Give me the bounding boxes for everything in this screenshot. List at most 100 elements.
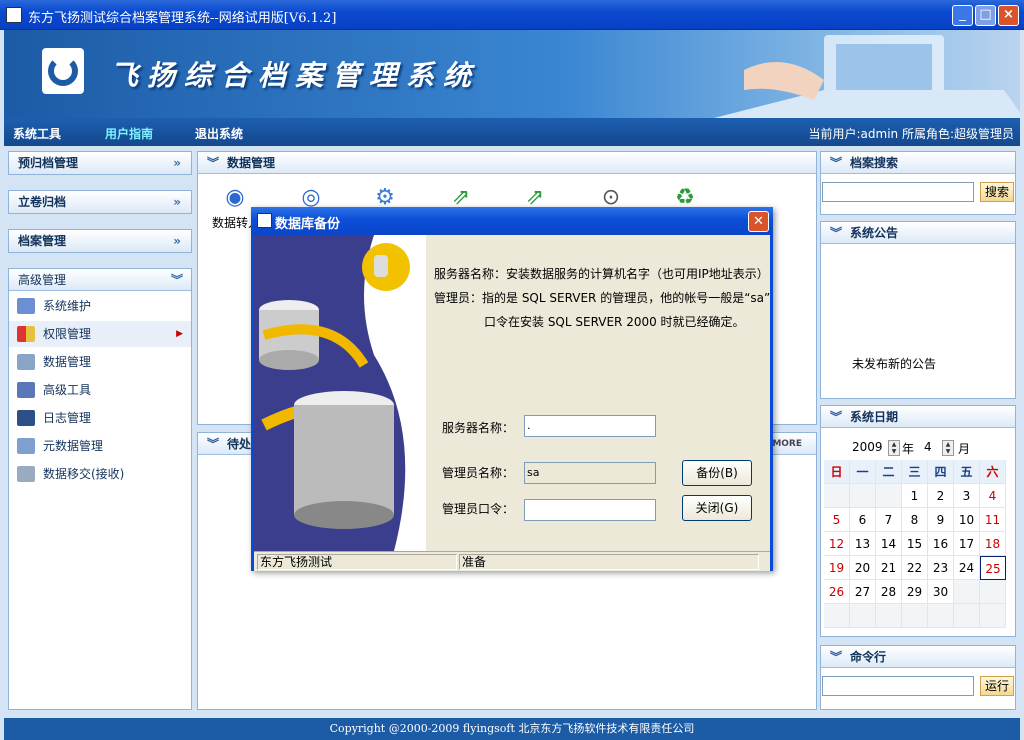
status-right: 准备 [459, 554, 759, 570]
minimize-button[interactable]: _ [952, 5, 973, 26]
maximize-button[interactable]: □ [975, 5, 996, 26]
calendar-weekday: 三 [902, 460, 928, 484]
menu-permission-management[interactable]: 权限管理 ▶ [9, 321, 191, 347]
dialog-titlebar: 数据库备份 ✕ [251, 207, 773, 235]
calendar-day[interactable]: 6 [850, 508, 876, 532]
panel-title: 系统日期 [850, 410, 899, 424]
calendar-empty-cell [954, 604, 980, 628]
calendar-day[interactable]: 21 [876, 556, 902, 580]
dialog-close-button[interactable]: 关闭(G) [682, 495, 752, 521]
menu-data-management[interactable]: 数据管理 [9, 349, 191, 375]
month-spinner[interactable]: ▲ ▼ [942, 440, 954, 456]
calendar-day[interactable]: 3 [954, 484, 980, 508]
data-transfer-icon [17, 466, 35, 482]
calendar-day[interactable]: 10 [954, 508, 980, 532]
calendar-day[interactable]: 20 [850, 556, 876, 580]
calendar-day[interactable]: 14 [876, 532, 902, 556]
dialog-close-icon[interactable]: ✕ [748, 211, 769, 232]
menu-advanced-tools[interactable]: 高级工具 [9, 377, 191, 403]
dialog-app-icon [257, 213, 272, 228]
notice-header: ︾ 系统公告 [821, 222, 1015, 244]
calendar-day[interactable]: 13 [850, 532, 876, 556]
nav-system-tools[interactable]: 系统工具 [13, 125, 61, 142]
calendar-day[interactable]: 27 [850, 580, 876, 604]
calendar-empty-cell [954, 580, 980, 604]
nav-user-guide[interactable]: 用户指南 [105, 125, 153, 142]
calendar-day[interactable]: 29 [902, 580, 928, 604]
calendar-day[interactable]: 26 [824, 580, 850, 604]
calendar-day[interactable]: 16 [928, 532, 954, 556]
menu-log-management[interactable]: 日志管理 [9, 405, 191, 431]
calendar-empty-cell [928, 604, 954, 628]
dialog-statusbar: 东方飞扬测试 准备 [254, 551, 770, 571]
calendar-day[interactable]: 9 [928, 508, 954, 532]
calendar-day[interactable]: 28 [876, 580, 902, 604]
admin-name-input[interactable]: sa [524, 462, 656, 484]
command-input[interactable] [822, 676, 974, 696]
dialog-title: 数据库备份 [275, 217, 341, 232]
help-line-3: 口令在安装 SQL SERVER 2000 时就已经确定。 [484, 315, 745, 329]
double-chevron-icon: » [173, 234, 181, 248]
section-archive-management[interactable]: 档案管理 » [8, 229, 192, 253]
close-window-button[interactable]: × [998, 5, 1019, 26]
double-chevron-icon: » [173, 156, 181, 170]
calendar-empty-cell [902, 604, 928, 628]
run-button[interactable]: 运行 [980, 676, 1014, 696]
calendar-day[interactable]: 18 [980, 532, 1006, 556]
calendar-day[interactable]: 7 [876, 508, 902, 532]
calendar-day[interactable]: 23 [928, 556, 954, 580]
menu-system-maintenance[interactable]: 系统维护 [9, 293, 191, 319]
calendar-weekday: 四 [928, 460, 954, 484]
advanced-management-header[interactable]: 高级管理 ︾ [9, 269, 191, 291]
menu-metadata-management[interactable]: 元数据管理 [9, 433, 191, 459]
database-illustration-icon [254, 235, 426, 551]
backup-button[interactable]: 备份(B) [682, 460, 752, 486]
year-spinner[interactable]: ▲ ▼ [888, 440, 900, 456]
section-label: 立卷归档 [18, 195, 67, 209]
calendar-day[interactable]: 24 [954, 556, 980, 580]
calendar-weekday-row: 日一二三四五六 [824, 460, 1008, 484]
calendar-day[interactable]: 15 [902, 532, 928, 556]
year-value: 2009 [852, 440, 883, 454]
calendar-day[interactable]: 5 [824, 508, 850, 532]
panel-title: 系统公告 [850, 226, 899, 240]
help-line-2: 管理员：指的是 SQL SERVER 的管理员，他的帐号一般是“sa” [434, 291, 771, 305]
server-name-input[interactable]: . [524, 415, 656, 437]
search-input[interactable] [822, 182, 974, 202]
section-pre-archive[interactable]: 预归档管理 » [8, 151, 192, 175]
calendar-day[interactable]: 17 [954, 532, 980, 556]
nav-exit-system[interactable]: 退出系统 [195, 125, 243, 142]
logo-icon [42, 48, 84, 94]
menu-data-transfer[interactable]: 数据移交(接收) [9, 461, 191, 487]
footer-copyright: Copyright @2000-2009 flyingsoft 北京东方飞扬软件… [4, 718, 1020, 740]
menu-label: 数据移交(接收) [43, 467, 125, 481]
menu-label: 元数据管理 [43, 439, 104, 453]
metadata-icon [17, 438, 35, 454]
calendar-weekday: 日 [824, 460, 850, 484]
calendar-day[interactable]: 19 [824, 556, 850, 580]
more-link[interactable]: MORE [772, 433, 802, 455]
calendar-day[interactable]: 25 [980, 556, 1006, 580]
calendar-day[interactable]: 4 [980, 484, 1006, 508]
submenu-arrow-icon: ▶ [176, 329, 183, 339]
calendar-day[interactable]: 11 [980, 508, 1006, 532]
search-button[interactable]: 搜索 [980, 182, 1014, 202]
calendar-day[interactable]: 30 [928, 580, 954, 604]
panel-title: 命令行 [850, 650, 887, 664]
section-label: 档案管理 [18, 234, 67, 248]
keyboard-hand-illustration-icon [714, 35, 1020, 118]
calendar-day[interactable]: 8 [902, 508, 928, 532]
data-import-icon[interactable]: ◉ [220, 184, 250, 212]
calendar-day[interactable]: 12 [824, 532, 850, 556]
calendar-day[interactable]: 2 [928, 484, 954, 508]
section-filing[interactable]: 立卷归档 » [8, 190, 192, 214]
header-banner: 飞扬综合档案管理系统 [4, 30, 1020, 118]
calendar-empty-cell [876, 604, 902, 628]
calendar-day[interactable]: 1 [902, 484, 928, 508]
admin-password-input[interactable] [524, 499, 656, 521]
menu-label: 数据管理 [43, 355, 92, 369]
double-chevron-icon: » [173, 195, 181, 209]
chevron-down-icon: ︾ [830, 650, 843, 664]
calendar-day[interactable]: 22 [902, 556, 928, 580]
status-left: 东方飞扬测试 [257, 554, 457, 570]
